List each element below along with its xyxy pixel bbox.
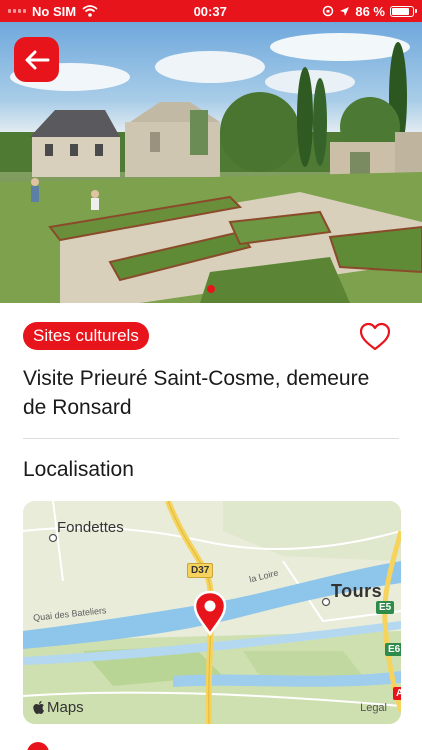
back-button[interactable]	[14, 37, 59, 82]
heart-icon[interactable]	[359, 322, 391, 352]
road-badge-e6: E6	[385, 643, 401, 656]
map-label-fondettes: Fondettes	[57, 519, 124, 536]
maps-label: Maps	[47, 699, 84, 716]
location-marker-icon	[27, 742, 49, 750]
clock: 00:37	[193, 3, 227, 19]
page-title: Visite Prieuré Saint-Cosme, demeure de R…	[23, 367, 370, 419]
orientation-lock-icon	[323, 5, 334, 17]
address-row	[23, 738, 403, 750]
wifi-icon	[82, 5, 98, 17]
road-badge-a: A	[393, 687, 401, 700]
status-right: 86 %	[322, 3, 417, 19]
hero-image[interactable]	[0, 22, 422, 303]
legal-link[interactable]: Legal	[360, 702, 387, 714]
divider	[23, 438, 399, 439]
section-title-localisation: Localisation	[23, 458, 134, 481]
carousel-dots[interactable]	[0, 285, 422, 293]
status-left: No SIM	[8, 4, 98, 19]
map-label-tours: Tours	[331, 581, 383, 601]
carousel-dot-active[interactable]	[207, 285, 215, 293]
apple-logo-icon	[33, 700, 44, 714]
category-badge: Sites culturels	[23, 322, 149, 350]
battery-percent: 86 %	[355, 3, 385, 19]
road-badge-d37: D37	[187, 563, 214, 578]
arrow-left-icon	[25, 50, 49, 69]
location-map[interactable]: Fondettes Tours la Loire Quai des Bateli…	[23, 501, 401, 724]
map-pin-icon[interactable]	[192, 590, 228, 636]
road-badge-e5: E5	[376, 601, 395, 614]
location-arrow-icon	[340, 6, 350, 16]
priory-garden-photo	[0, 33, 422, 303]
battery-icon	[389, 5, 417, 17]
signal-icon	[8, 9, 26, 13]
maps-attribution: Maps	[33, 699, 84, 716]
carrier-label: No SIM	[32, 3, 77, 19]
status-bar: No SIM 00:37 86 %	[0, 0, 422, 22]
